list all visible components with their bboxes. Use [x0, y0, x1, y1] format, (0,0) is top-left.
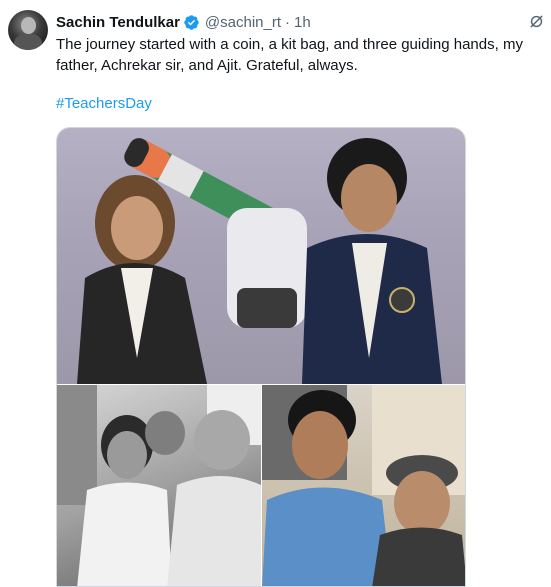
- tweet-text: The journey started with a coin, a kit b…: [56, 36, 523, 74]
- tweet-header: Sachin Tendulkar @sachin_rt · 1h: [56, 12, 311, 32]
- avatar-head-shape: [21, 17, 36, 34]
- meta-separator: ·: [285, 13, 291, 31]
- avatar[interactable]: [8, 10, 48, 50]
- grok-icon[interactable]: [528, 13, 545, 35]
- author-name[interactable]: Sachin Tendulkar: [56, 14, 180, 31]
- media-photo-1[interactable]: [57, 128, 465, 384]
- author-handle[interactable]: @sachin_rt: [205, 14, 281, 31]
- avatar-body-shape: [14, 34, 42, 50]
- tweet-media-grid: [56, 127, 466, 587]
- media-photo-3[interactable]: [262, 385, 465, 586]
- verified-badge-icon: [183, 14, 200, 31]
- media-photo-2[interactable]: [57, 385, 261, 586]
- timestamp[interactable]: 1h: [294, 14, 311, 31]
- hashtag-link[interactable]: #TeachersDay: [56, 95, 152, 112]
